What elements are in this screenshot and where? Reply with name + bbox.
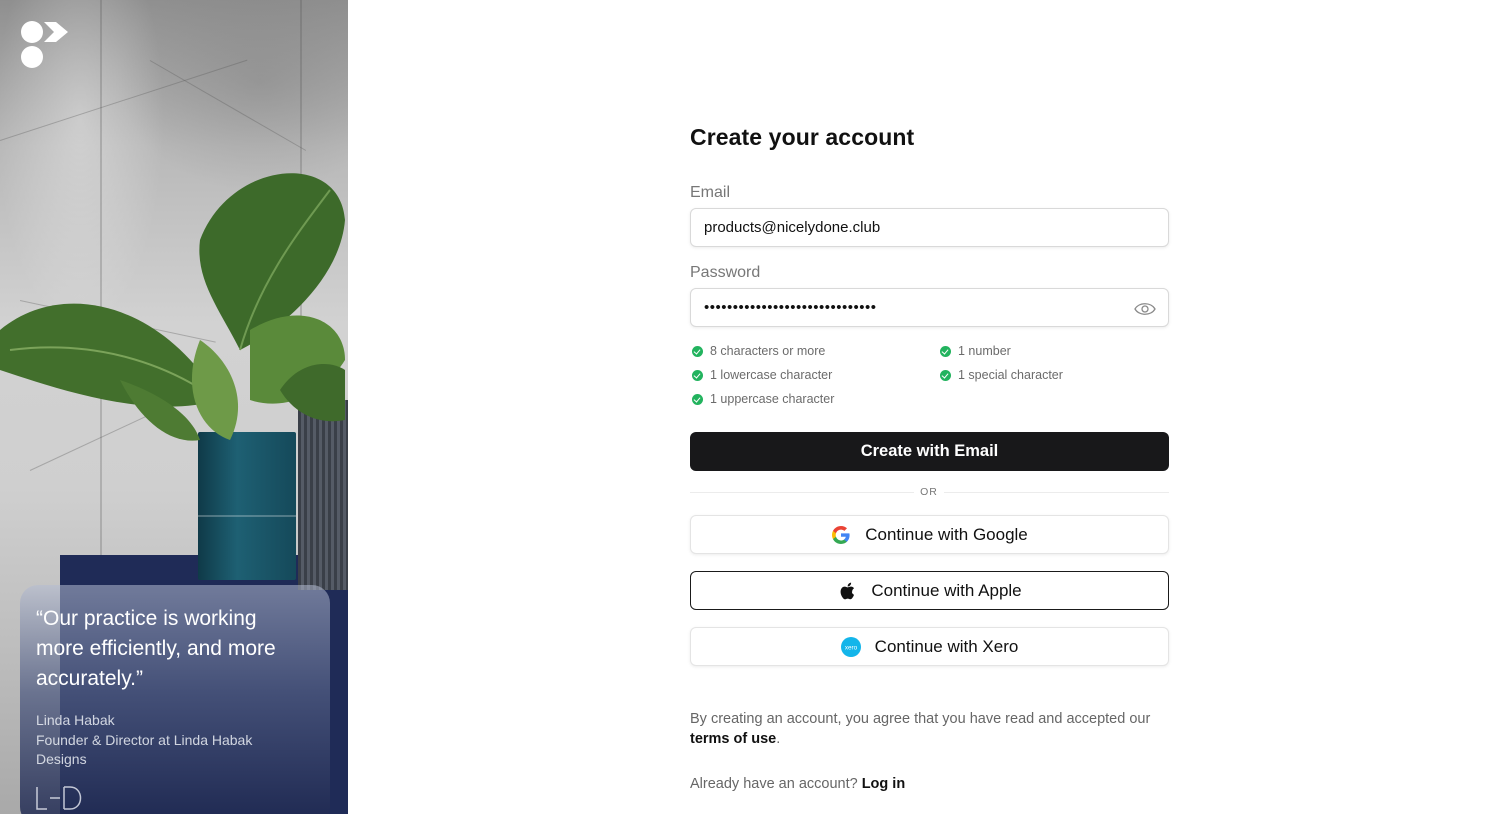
check-icon: [692, 345, 703, 357]
requirement-item: 1 lowercase character: [692, 368, 832, 382]
requirement-label: 8 characters or more: [710, 344, 826, 358]
email-field[interactable]: [704, 219, 1155, 236]
google-button-label: Continue with Google: [865, 524, 1028, 544]
xero-icon: xero: [840, 636, 861, 657]
apple-button-label: Continue with Apple: [871, 580, 1022, 600]
continue-with-xero-button[interactable]: xero Continue with Xero: [690, 627, 1169, 666]
check-icon: [940, 345, 951, 357]
requirement-item: 1 special character: [940, 368, 1063, 382]
marble-vein: [149, 60, 307, 151]
svg-text:xero: xero: [844, 644, 857, 651]
testimonial-author-role: Founder & Director at Linda Habak Design…: [36, 732, 253, 767]
login-prompt: Already have an account? Log in: [690, 776, 905, 792]
lhd-logo: [36, 786, 82, 810]
requirement-item: 8 characters or more: [692, 344, 825, 358]
terms-of-use-link[interactable]: terms of use: [690, 731, 776, 747]
email-field-wrapper: [690, 208, 1169, 247]
terms-prefix: By creating an account, you agree that y…: [690, 711, 1151, 727]
testimonial-author-name: Linda Habak: [36, 712, 115, 728]
plant-leaves-illustration: [0, 173, 345, 441]
testimonial-quote: “Our practice is working more efficientl…: [36, 607, 276, 690]
email-label: Email: [690, 184, 731, 201]
check-icon: [692, 369, 703, 381]
terms-notice: By creating an account, you agree that y…: [690, 709, 1170, 749]
password-field-wrapper: ••••••••••••••••••••••••••••••: [690, 288, 1169, 327]
terms-suffix: .: [776, 731, 781, 747]
requirement-item: 1 number: [940, 344, 1011, 358]
or-divider-label: OR: [914, 486, 944, 498]
requirement-label: 1 number: [958, 344, 1011, 358]
continue-with-google-button[interactable]: Continue with Google: [690, 515, 1169, 554]
requirement-label: 1 uppercase character: [710, 392, 835, 406]
password-field[interactable]: ••••••••••••••••••••••••••••••: [704, 299, 877, 316]
google-icon: [831, 525, 851, 545]
login-prompt-text: Already have an account?: [690, 776, 858, 792]
requirement-label: 1 lowercase character: [710, 368, 833, 382]
xero-button-label: Continue with Xero: [874, 636, 1019, 656]
check-icon: [692, 393, 703, 405]
requirement-label: 1 special character: [958, 368, 1063, 382]
eye-icon[interactable]: [1134, 299, 1156, 319]
check-icon: [940, 369, 951, 381]
marble-vein: [0, 59, 248, 141]
password-label: Password: [690, 264, 761, 281]
app-logo[interactable]: [20, 20, 70, 70]
log-in-link[interactable]: Log in: [862, 776, 906, 792]
vase-waterline: [198, 515, 296, 517]
page-title: Create your account: [690, 124, 915, 150]
continue-with-apple-button[interactable]: Continue with Apple: [690, 571, 1169, 610]
requirement-item: 1 uppercase character: [692, 392, 834, 406]
apple-icon: [837, 581, 857, 601]
create-with-email-button[interactable]: Create with Email: [690, 432, 1169, 471]
